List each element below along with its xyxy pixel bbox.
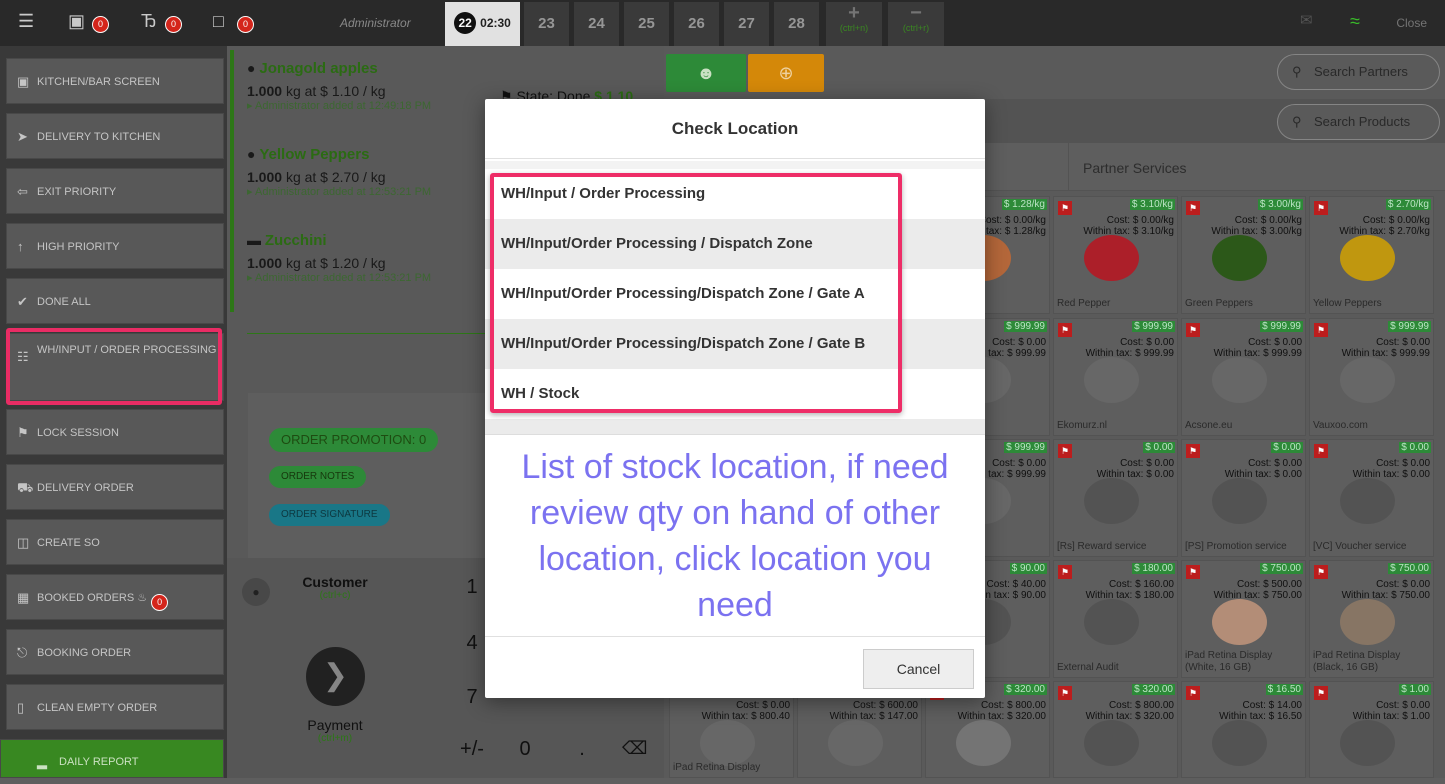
cancel-button[interactable]: Cancel <box>863 649 974 689</box>
list-top-spacer <box>485 161 985 169</box>
annotation-text: List of stock location, if need review q… <box>521 448 949 624</box>
highlight-box <box>490 173 902 413</box>
dialog-title: Check Location <box>485 99 985 159</box>
list-bottom-spacer <box>485 419 985 435</box>
dialog-footer <box>485 636 985 637</box>
